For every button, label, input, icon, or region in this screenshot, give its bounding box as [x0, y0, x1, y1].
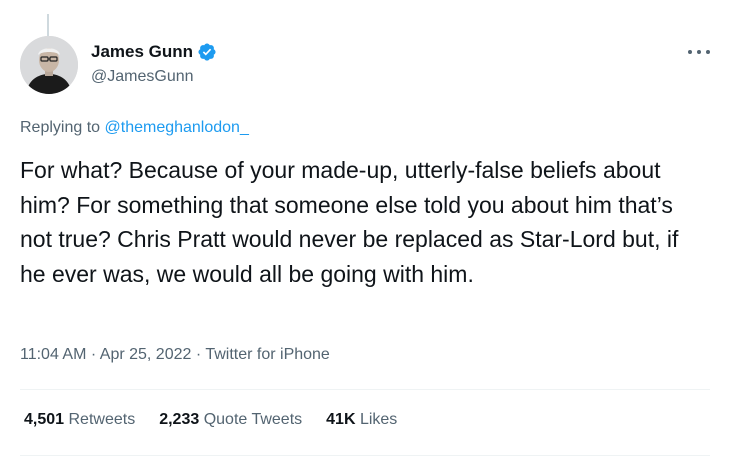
verified-badge-icon — [198, 43, 216, 61]
retweets-stat[interactable]: 4,501 Retweets — [24, 411, 135, 429]
tweet-time[interactable]: 11:04 AM — [20, 346, 86, 363]
tweet-source[interactable]: Twitter for iPhone — [205, 346, 330, 363]
quote-tweets-count: 2,233 — [159, 411, 200, 428]
author-display-name[interactable]: James Gunn — [91, 42, 193, 62]
reply-prefix: Replying to — [20, 119, 105, 136]
tweet-metadata: 11:04 AM · Apr 25, 2022 · Twitter for iP… — [20, 346, 330, 364]
divider-top — [20, 389, 710, 390]
author-handle[interactable]: @JamesGunn — [91, 68, 194, 86]
meta-separator: · — [86, 346, 100, 363]
reply-target-link[interactable]: @themeghanlodon_ — [105, 119, 249, 136]
quote-tweets-stat[interactable]: 2,233 Quote Tweets — [159, 411, 302, 429]
more-options-icon[interactable] — [688, 44, 710, 60]
avatar-photo — [20, 36, 78, 94]
engagement-stats: 4,501 Retweets 2,233 Quote Tweets 41K Li… — [24, 411, 397, 429]
thread-connector-line — [47, 14, 49, 36]
divider-bottom — [20, 455, 710, 456]
reply-context: Replying to @themeghanlodon_ — [20, 119, 249, 137]
tweet-date[interactable]: Apr 25, 2022 — [100, 346, 192, 363]
quote-tweets-label: Quote Tweets — [203, 411, 303, 428]
retweets-label: Retweets — [68, 411, 136, 428]
tweet-text: For what? Because of your made-up, utter… — [20, 157, 679, 287]
author-name-row[interactable]: James Gunn — [91, 42, 217, 62]
likes-label: Likes — [359, 411, 398, 428]
avatar[interactable] — [20, 36, 78, 94]
retweets-count: 4,501 — [24, 411, 65, 428]
meta-separator: · — [191, 346, 206, 363]
likes-stat[interactable]: 41K Likes — [326, 411, 397, 429]
likes-count: 41K — [326, 411, 356, 428]
